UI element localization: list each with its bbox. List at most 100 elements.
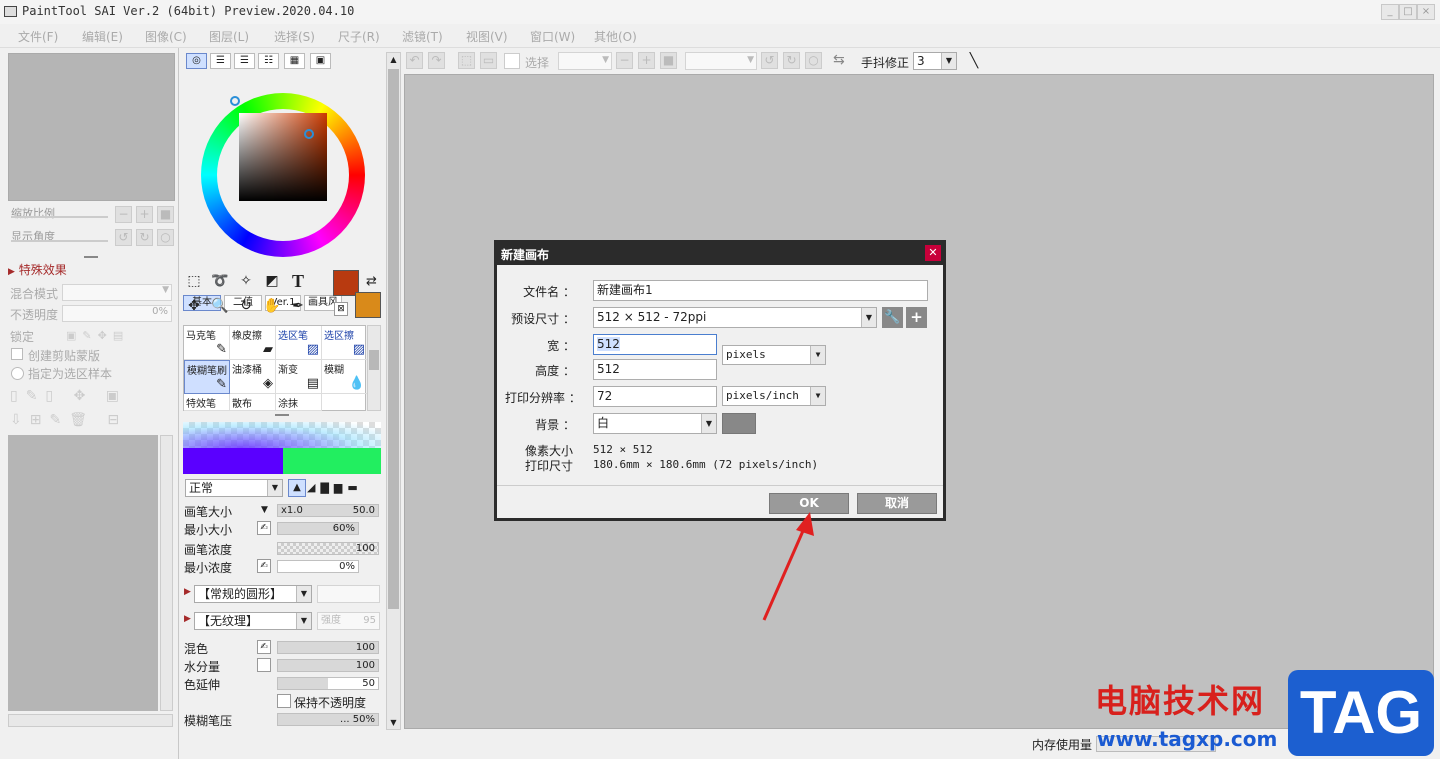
shapes-icon[interactable]: ◩ xyxy=(261,270,283,292)
scroll-down-icon[interactable]: ▼ xyxy=(387,716,400,729)
filename-input[interactable]: 新建画布1 xyxy=(593,280,928,301)
menu-view[interactable]: 视图(V) xyxy=(466,28,508,45)
height-input[interactable]: 512 xyxy=(593,359,717,380)
brush-grid-scrollbar[interactable] xyxy=(367,325,381,411)
min-density-slider[interactable]: 0% xyxy=(277,560,359,573)
sv-marker-icon[interactable] xyxy=(304,129,314,139)
layer-hscrollbar[interactable] xyxy=(8,714,173,727)
layer-scrollbar[interactable] xyxy=(160,435,173,711)
keep-opacity-checkbox[interactable] xyxy=(277,694,291,708)
scroll-up-icon[interactable]: ▲ xyxy=(387,53,400,66)
tip-sharp-icon[interactable]: ▲ xyxy=(288,479,306,497)
width-input[interactable]: 512 xyxy=(593,334,717,355)
tb-zoom-in-icon[interactable]: + xyxy=(638,52,655,69)
rgb-slider-tab-icon[interactable]: ☰ xyxy=(210,53,231,69)
scroll-thumb[interactable] xyxy=(388,69,399,609)
swap-colors-icon[interactable]: ⇄ xyxy=(366,274,377,289)
brush-bucket[interactable]: 油漆桶 ◈ xyxy=(230,360,276,394)
min-size-slider[interactable]: 60% xyxy=(277,522,359,535)
resolution-input[interactable]: 72 xyxy=(593,386,717,407)
brush-mode-select[interactable]: 正常 ▼ xyxy=(185,479,283,497)
saturation-value-square[interactable] xyxy=(239,113,327,201)
brush-blur[interactable]: 模糊 💧 xyxy=(322,360,368,394)
maximize-icon[interactable]: □ xyxy=(1399,4,1417,20)
opacity-slider[interactable]: 0% xyxy=(62,305,172,322)
rect-select-icon[interactable]: ⬚ xyxy=(183,270,205,292)
redo-icon[interactable]: ↷ xyxy=(428,52,445,69)
brush-eraser[interactable]: 橡皮擦 ▰ xyxy=(230,326,276,360)
zoom-slider[interactable] xyxy=(11,216,108,218)
pressure-size-icon[interactable]: ✍ xyxy=(257,521,271,535)
menu-other[interactable]: 其他(O) xyxy=(594,28,637,45)
shape-strength[interactable] xyxy=(317,585,380,603)
move-icon[interactable]: ✥ xyxy=(183,295,205,317)
brush-gradient[interactable]: 渐变 ▤ xyxy=(276,360,322,394)
rotate-reset-icon[interactable]: ○ xyxy=(157,229,174,246)
layer-list[interactable] xyxy=(8,435,158,711)
brush-select-pen[interactable]: 选区笔 ▨ xyxy=(276,326,322,360)
layer-buttons-row2[interactable]: ⇩⊞✎🗑 ⊟ xyxy=(10,412,127,428)
menu-window[interactable]: 窗口(W) xyxy=(530,28,575,45)
select-checkbox[interactable] xyxy=(504,53,520,69)
menu-image[interactable]: 图像(C) xyxy=(145,28,187,45)
pressure-blend-icon[interactable]: ✍ xyxy=(257,640,271,654)
sel-sample-radio[interactable] xyxy=(11,367,24,380)
add-preset-icon[interactable]: + xyxy=(906,307,927,328)
close-window-icon[interactable]: × xyxy=(1417,4,1435,20)
angle-select[interactable]: ▼ xyxy=(685,52,757,70)
clip-mask-checkbox[interactable] xyxy=(11,348,23,360)
pressure-density-icon[interactable]: ✍ xyxy=(257,559,271,573)
brush-scatter[interactable]: 散布 xyxy=(230,394,276,411)
eyedropper-icon[interactable]: ✒ xyxy=(287,295,309,317)
brush-texture-select[interactable]: 【无纹理】 ▼ xyxy=(194,612,312,630)
flip-icon[interactable]: ⇆ xyxy=(833,52,845,68)
undo-icon[interactable]: ↶ xyxy=(406,52,423,69)
rotate-left-icon[interactable]: ↺ xyxy=(115,229,132,246)
density-slider[interactable]: 100 xyxy=(277,542,379,555)
brush-effect[interactable]: 特效笔 xyxy=(184,394,230,411)
wrench-icon[interactable]: 🔧 xyxy=(882,307,903,328)
special-effects-header[interactable]: ▶ 特殊效果 xyxy=(8,261,67,278)
tip-shapes-icon[interactable]: ◢▇▆▬ xyxy=(307,481,363,494)
tb-rotate-left-icon[interactable]: ↺ xyxy=(761,52,778,69)
invert-select-icon[interactable]: ▭ xyxy=(480,52,497,69)
texture-strength[interactable]: 强度 95 xyxy=(317,612,380,630)
bg-select[interactable]: 白 ▼ xyxy=(593,413,717,434)
res-unit-select[interactable]: pixels/inch ▼ xyxy=(722,386,826,406)
tb-zoom-reset-icon[interactable]: ■ xyxy=(660,52,677,69)
splitter-handle[interactable] xyxy=(84,256,98,258)
lasso-icon[interactable]: ➰ xyxy=(209,270,231,292)
brush-size-slider[interactable]: x1.0 50.0 xyxy=(277,504,379,517)
unit-select[interactable]: pixels ▼ xyxy=(722,345,826,365)
preset-select[interactable]: 512 × 512 - 72ppi ▼ xyxy=(593,307,877,328)
menu-edit[interactable]: 编辑(E) xyxy=(82,28,123,45)
zoom-out-icon[interactable]: − xyxy=(115,206,132,223)
expand-texture-icon[interactable]: ▶ xyxy=(184,614,191,624)
bg-color-swatch[interactable] xyxy=(722,413,756,434)
minimize-icon[interactable]: _ xyxy=(1381,4,1399,20)
magic-wand-icon[interactable]: ✧ xyxy=(235,270,257,292)
menu-filter[interactable]: 滤镜(T) xyxy=(402,28,443,45)
color-wheel-tab-icon[interactable]: ◎ xyxy=(186,53,207,69)
hand-icon[interactable]: ✋ xyxy=(261,295,283,317)
mixer-tab-icon[interactable]: ☷ xyxy=(258,53,279,69)
expand-shape-icon[interactable]: ▶ xyxy=(184,587,191,597)
water-slider[interactable]: 100 xyxy=(277,659,379,672)
brush-smudge[interactable]: 涂抹 xyxy=(276,394,322,411)
lock-icons[interactable]: ▣✎✥▤ xyxy=(66,329,129,342)
scratchpad-tab-icon[interactable]: ▣ xyxy=(310,53,331,69)
brush-select-eraser[interactable]: 选区擦 ▨ xyxy=(322,326,368,360)
zoom-in-icon[interactable]: + xyxy=(136,206,153,223)
dialog-close-icon[interactable]: ✕ xyxy=(925,245,941,261)
tool-panel-scrollbar[interactable]: ▲ ▼ xyxy=(386,52,401,730)
zoom-reset-icon[interactable]: ■ xyxy=(157,206,174,223)
secondary-color-swatch[interactable] xyxy=(355,292,381,318)
menu-layer[interactable]: 图层(L) xyxy=(209,28,249,45)
layer-buttons-row1[interactable]: ▯✎▯ ✥ ▣ xyxy=(10,388,127,404)
blur-pressure-slider[interactable]: ... 50% xyxy=(277,713,379,726)
menu-file[interactable]: 文件(F) xyxy=(18,28,58,45)
stretch-slider[interactable]: 50 xyxy=(277,677,379,690)
cancel-button[interactable]: 取消 xyxy=(857,493,937,514)
brush-marker[interactable]: 马克笔 ✎ xyxy=(184,326,230,360)
navigator-preview[interactable] xyxy=(8,53,175,201)
